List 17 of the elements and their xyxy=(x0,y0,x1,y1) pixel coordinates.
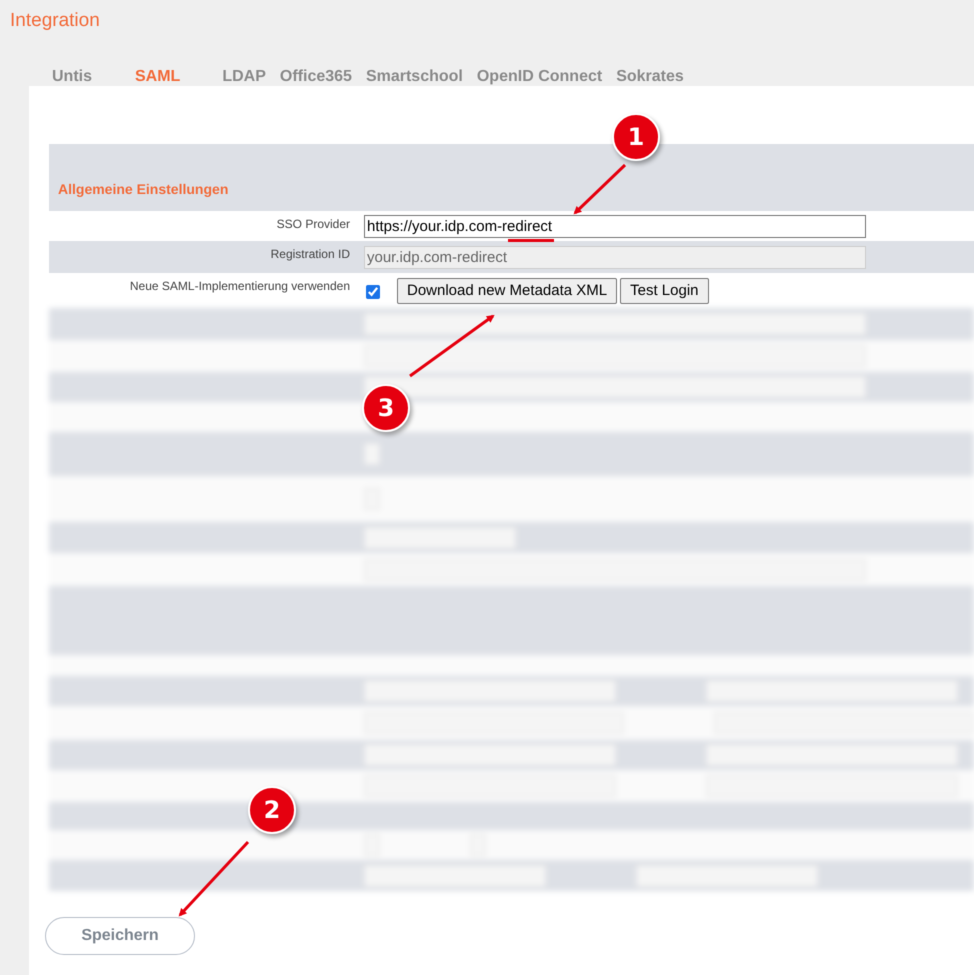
field-label: Registration ID xyxy=(270,246,350,261)
field-label: SSO Provider xyxy=(276,216,350,231)
tab[interactable]: Sokrates xyxy=(616,68,684,88)
tab[interactable]: SAML xyxy=(135,68,180,88)
field-label: Neue SAML-Implementierung verwenden xyxy=(128,278,350,293)
tab[interactable]: OpenID Connect xyxy=(476,68,602,88)
sso-provider-field[interactable]: https://your.idp.com-redirect xyxy=(364,214,866,238)
tab[interactable]: Smartschool xyxy=(366,68,463,88)
action-button[interactable]: Test Login xyxy=(620,278,709,304)
registration-id-field[interactable]: your.idp.com-redirect xyxy=(364,246,866,268)
page-title: Integration xyxy=(9,9,101,33)
tab[interactable]: Office365 xyxy=(280,68,352,88)
tab[interactable]: LDAP xyxy=(222,68,266,88)
save-button[interactable]: Speichern xyxy=(45,917,195,955)
action-button[interactable]: Download new Metadata XML xyxy=(397,278,618,304)
tab[interactable]: Untis xyxy=(52,68,92,88)
section-title: Allgemeine Einstellungen xyxy=(58,181,228,197)
